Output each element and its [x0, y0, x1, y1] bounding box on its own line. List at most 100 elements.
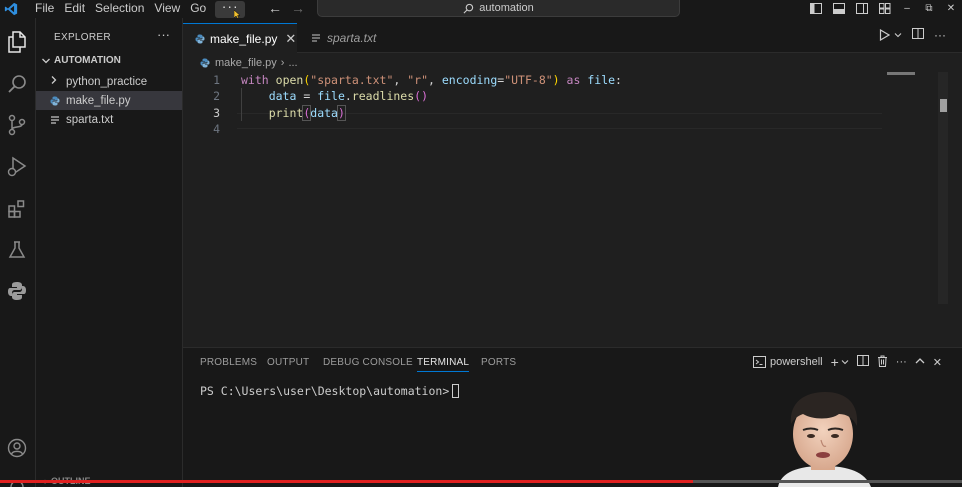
- minimize-icon[interactable]: –: [896, 0, 918, 17]
- explorer-more-button[interactable]: ···: [157, 27, 170, 42]
- video-progress-fill: [0, 480, 693, 483]
- tab-ports[interactable]: PORTS: [481, 357, 516, 368]
- account-icon[interactable]: [5, 436, 29, 460]
- workspace-folder-header[interactable]: AUTOMATION: [41, 55, 121, 66]
- activity-bar: [0, 18, 36, 487]
- breadcrumb-symbols[interactable]: ...: [288, 57, 297, 69]
- tab-label: sparta.txt: [327, 31, 377, 45]
- code-line-1: 1 with open("sparta.txt", "r", encoding=…: [183, 72, 883, 88]
- breadcrumb: make_file.py › ...: [200, 55, 298, 71]
- command-center-label: automation: [479, 2, 534, 14]
- tree-item-python-practice[interactable]: python_practice: [36, 72, 182, 91]
- explorer-title: EXPLORER: [54, 32, 111, 43]
- editor-actions: ···: [879, 28, 946, 42]
- code-token: "r": [407, 73, 429, 87]
- tree-item-label: python_practice: [66, 75, 148, 88]
- back-arrow-icon[interactable]: ←: [268, 0, 282, 17]
- editor-scrollbar-thumb[interactable]: [940, 99, 947, 112]
- chevron-down-icon: [42, 58, 50, 63]
- explorer-sidebar: EXPLORER ··· AUTOMATION python_practice …: [36, 18, 183, 487]
- explorer-icon[interactable]: [5, 30, 29, 54]
- text-file-icon: [311, 33, 321, 43]
- tab-problems[interactable]: PROBLEMS: [200, 357, 257, 368]
- tab-sparta-txt[interactable]: sparta.txt: [297, 23, 397, 53]
- code-editor[interactable]: 1 with open("sparta.txt", "r", encoding=…: [183, 72, 943, 342]
- close-tab-icon[interactable]: ✕: [285, 31, 296, 47]
- customize-layout-icon[interactable]: [873, 0, 896, 17]
- tab-debug-console[interactable]: DEBUG CONSOLE: [323, 357, 413, 368]
- python-icon[interactable]: [5, 279, 29, 303]
- code-line-4: 4: [183, 121, 883, 137]
- split-terminal-icon[interactable]: [856, 355, 869, 369]
- tab-label: make_file.py: [210, 31, 278, 46]
- python-file-icon: [195, 34, 205, 44]
- code-token: "sparta.txt": [310, 73, 394, 87]
- minimap[interactable]: [887, 72, 915, 75]
- tab-make-file-py[interactable]: make_file.py ✕: [183, 23, 297, 53]
- terminal-prompt: PS C:\Users\user\Desktop\automation>: [200, 384, 450, 398]
- tree-item-label: sparta.txt: [66, 113, 114, 126]
- editor-more-button[interactable]: ···: [934, 28, 946, 42]
- plus-icon: +: [830, 354, 839, 370]
- play-icon: [879, 29, 890, 41]
- command-center[interactable]: automation: [317, 0, 680, 17]
- tab-terminal[interactable]: TERMINAL: [417, 357, 470, 372]
- text-file-icon: [50, 115, 62, 125]
- code-token: readlines: [351, 89, 415, 103]
- terminal-cursor: [452, 384, 460, 398]
- vscode-logo-icon: [0, 0, 22, 18]
- breadcrumb-file[interactable]: make_file.py: [215, 57, 277, 69]
- split-editor-icon[interactable]: [912, 28, 924, 42]
- extensions-icon[interactable]: [5, 197, 29, 221]
- tree-item-make-file-py[interactable]: make_file.py: [36, 91, 182, 110]
- tree-item-sparta-txt[interactable]: sparta.txt: [36, 110, 182, 129]
- line-number: 4: [213, 122, 220, 136]
- code-token: data: [268, 89, 297, 103]
- code-token: with: [241, 73, 269, 87]
- run-and-debug-icon[interactable]: [5, 155, 29, 179]
- terminal-icon: [753, 356, 766, 368]
- python-file-icon: [50, 96, 62, 106]
- menu-go[interactable]: Go: [185, 0, 211, 18]
- editor-tab-bar: make_file.py ✕ sparta.txt ···: [183, 18, 962, 53]
- restore-icon[interactable]: ⧉: [918, 0, 940, 17]
- terminal-prompt-line[interactable]: PS C:\Users\user\Desktop\automation>: [200, 384, 460, 398]
- new-terminal-button[interactable]: +: [831, 354, 849, 370]
- code-token: data: [310, 106, 338, 120]
- menu-view[interactable]: View: [149, 0, 185, 18]
- presenter-webcam: [773, 384, 876, 487]
- code-token: open: [275, 73, 304, 87]
- title-bar-controls: – ⧉ ✕: [804, 0, 962, 17]
- line-number: 3: [213, 106, 220, 120]
- terminal-shell-selector[interactable]: powershell: [753, 356, 823, 368]
- code-token: print: [268, 106, 304, 120]
- panel-actions: powershell + ··· ✕: [753, 354, 942, 370]
- breadcrumb-separator-icon: ›: [280, 57, 285, 69]
- menu-edit[interactable]: Edit: [59, 0, 90, 18]
- toggle-primary-sidebar-icon[interactable]: [804, 0, 827, 17]
- close-panel-icon[interactable]: ✕: [933, 356, 942, 369]
- close-window-icon[interactable]: ✕: [940, 0, 962, 17]
- chevron-down-icon: [894, 33, 902, 38]
- source-control-icon[interactable]: [5, 113, 29, 137]
- menu-file[interactable]: File: [30, 0, 59, 18]
- run-python-button[interactable]: [879, 29, 902, 41]
- toggle-panel-icon[interactable]: [827, 0, 850, 17]
- search-icon[interactable]: [5, 72, 29, 96]
- code-line-3: 3 print(data): [183, 105, 883, 121]
- line-number: 1: [213, 73, 220, 87]
- python-file-icon: [200, 58, 210, 68]
- maximize-panel-icon[interactable]: [915, 356, 925, 368]
- code-token: file: [587, 73, 616, 87]
- tab-output[interactable]: OUTPUT: [267, 357, 309, 368]
- panel-more-button[interactable]: ···: [896, 356, 907, 368]
- forward-arrow-icon[interactable]: →: [291, 0, 305, 17]
- search-icon: [463, 3, 474, 13]
- toggle-secondary-sidebar-icon[interactable]: [850, 0, 873, 17]
- trash-icon[interactable]: [877, 355, 888, 370]
- chevron-down-icon: [841, 360, 849, 365]
- code-token: file: [317, 89, 345, 103]
- tree-item-label: make_file.py: [66, 94, 131, 107]
- menu-selection[interactable]: Selection: [90, 0, 149, 18]
- testing-flask-icon[interactable]: [5, 238, 29, 262]
